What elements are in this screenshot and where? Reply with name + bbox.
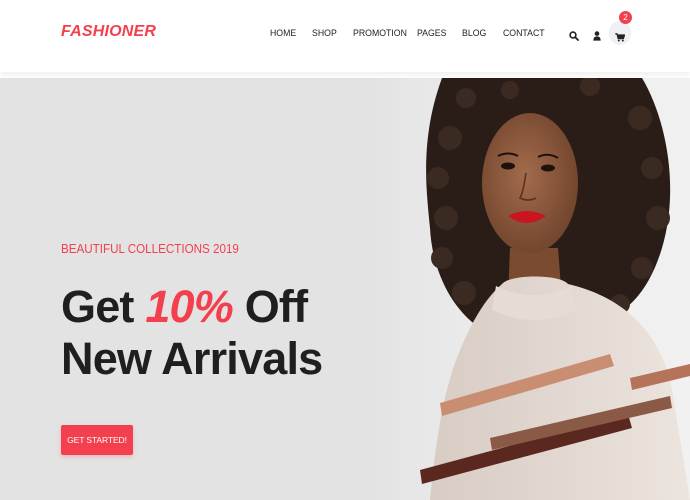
nav-item-promotion[interactable]: PROMOTION xyxy=(353,28,407,39)
search-icon[interactable] xyxy=(569,28,579,46)
hero-headline: Get 10% Off New Arrivals xyxy=(61,281,381,385)
hero-eyebrow: BEAUTIFUL COLLECTIONS 2019 xyxy=(61,242,239,256)
nav-item-blog[interactable]: BLOG xyxy=(462,28,486,39)
headline-accent: 10% xyxy=(145,281,233,332)
nav-item-contact[interactable]: CONTACT xyxy=(503,28,545,39)
nav-item-shop[interactable]: SHOP xyxy=(312,28,337,39)
headline-before: Get xyxy=(61,281,146,332)
cart-count-badge: 2 xyxy=(619,11,632,24)
get-started-button[interactable]: GET STARTED! xyxy=(61,425,133,455)
nav-item-pages[interactable]: PAGES xyxy=(417,28,446,39)
main-nav: HOME SHOP PROMOTION PAGES BLOG CONTACT xyxy=(0,28,690,42)
cart-icon xyxy=(615,29,626,47)
hero-banner: BEAUTIFUL COLLECTIONS 2019 Get 10% Off N… xyxy=(0,78,690,500)
user-icon[interactable] xyxy=(593,28,601,46)
hero-model-image xyxy=(420,78,690,500)
cart-button[interactable] xyxy=(609,21,631,45)
site-header: FASHIONER HOME SHOP PROMOTION PAGES BLOG… xyxy=(0,0,690,72)
nav-item-home[interactable]: HOME xyxy=(270,28,296,39)
